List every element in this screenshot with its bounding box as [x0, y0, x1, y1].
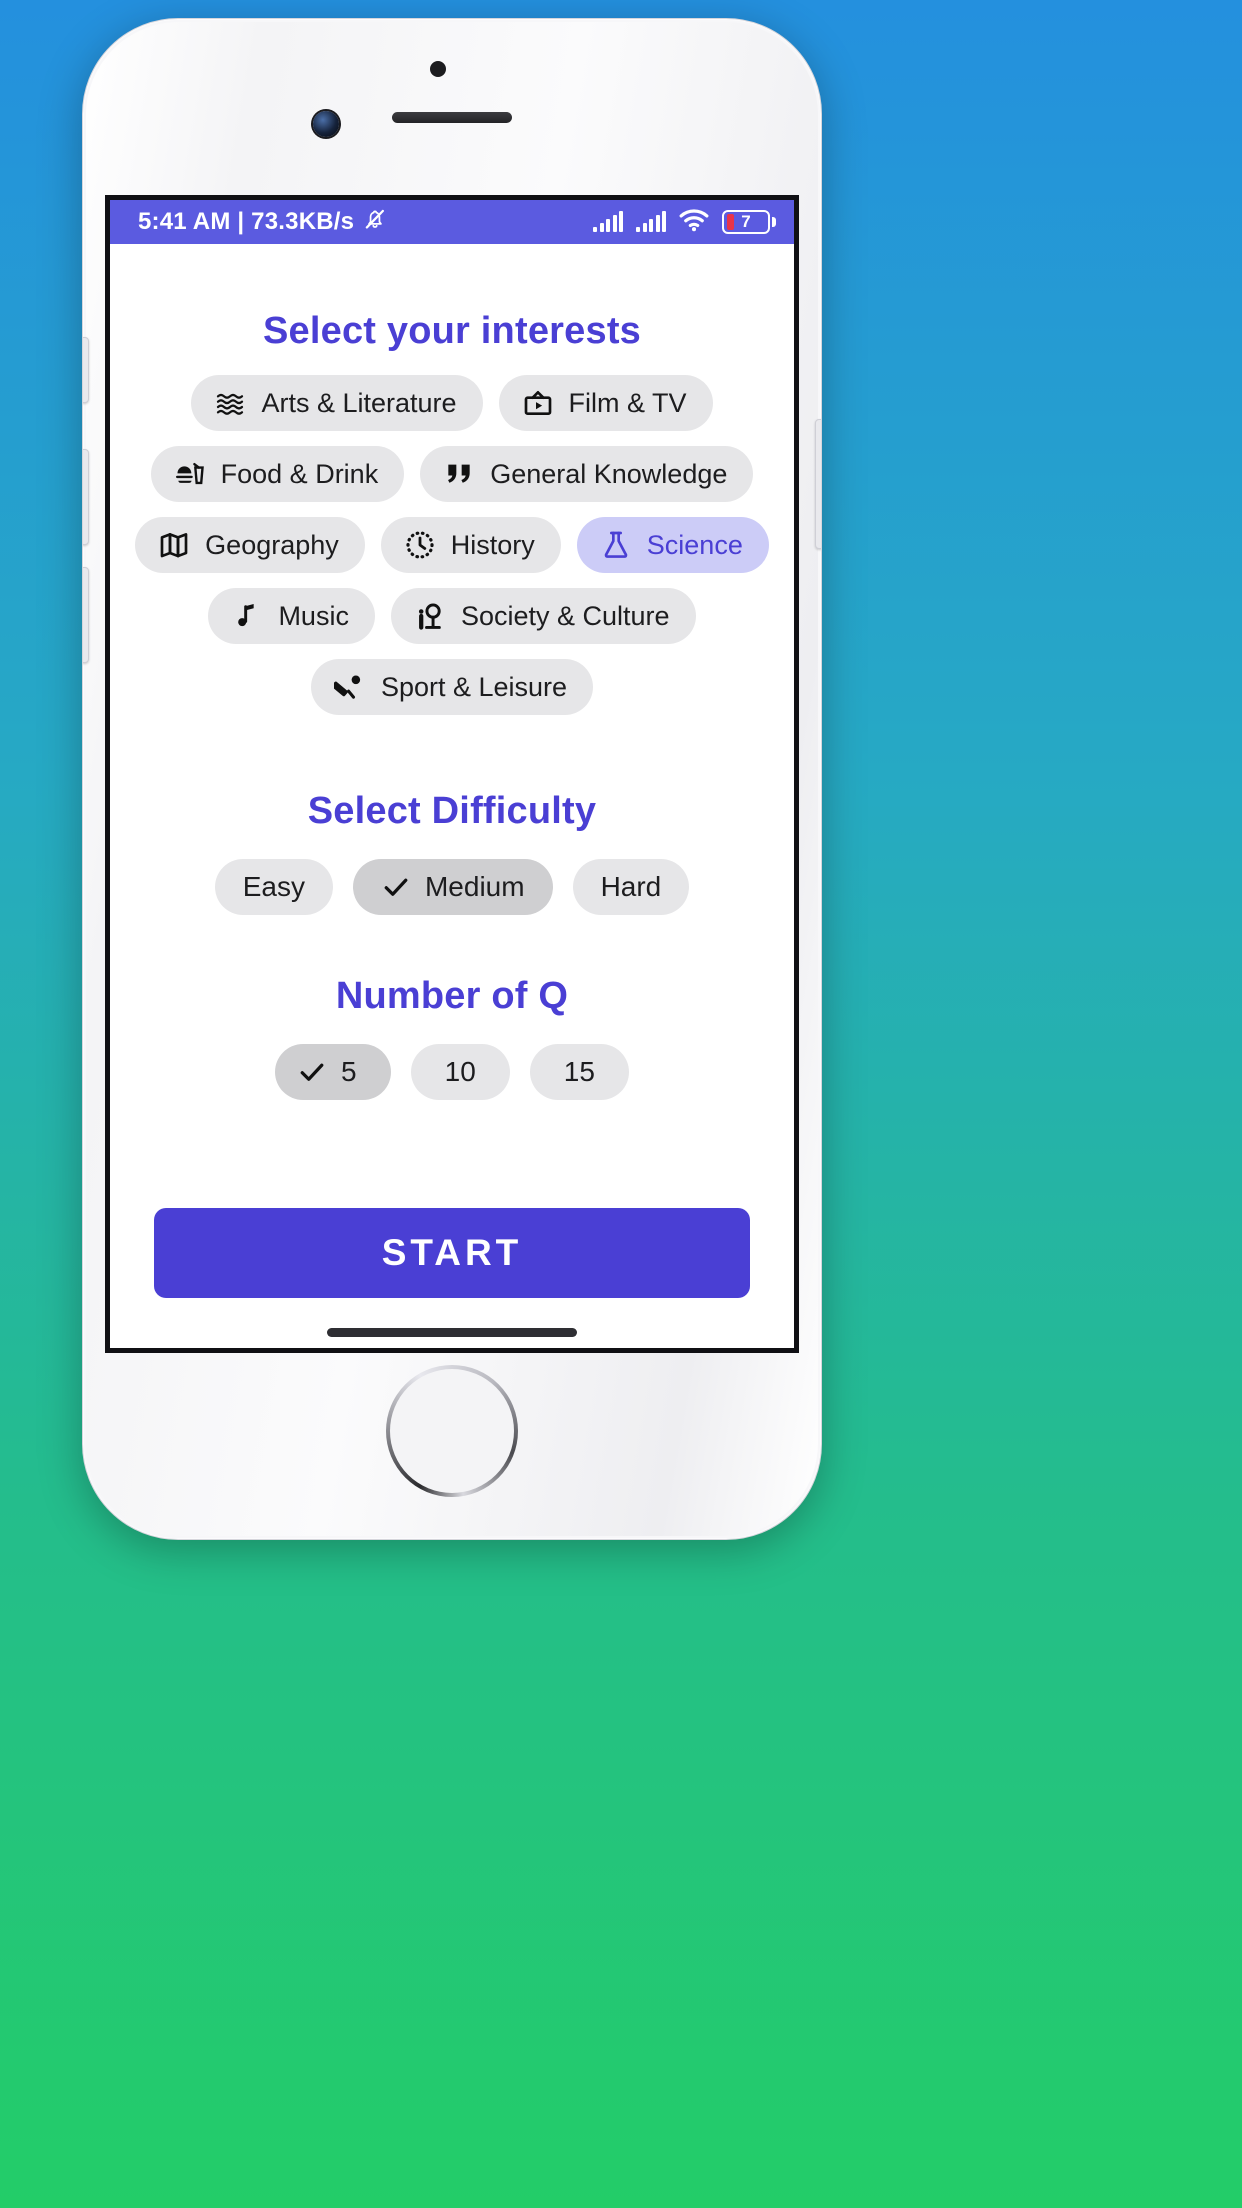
difficulty-option-easy[interactable]: Easy [214, 859, 333, 915]
volume-up-button[interactable] [83, 449, 89, 545]
signal-bars-icon [636, 211, 666, 232]
cricket-bat-ball-icon [333, 670, 367, 704]
interest-chip-label: Geography [205, 529, 339, 560]
volume-down-button[interactable] [83, 567, 89, 663]
signal-bars-icon [593, 211, 623, 232]
earpiece-speaker-icon [392, 112, 512, 123]
battery-icon: 7 [722, 210, 776, 234]
phone-screen: 5:41 AM | 73.3KB/s 7 Select your interes… [105, 195, 799, 1353]
wifi-icon [679, 208, 709, 237]
interest-chip-science[interactable]: Science [576, 517, 769, 573]
status-bar-left: 5:41 AM | 73.3KB/s [138, 206, 388, 239]
difficulty-option-label: Hard [600, 871, 662, 902]
interest-chip-label: Music [278, 600, 349, 631]
interest-chip-label: Sport & Leisure [380, 671, 568, 702]
interest-chip-society-culture[interactable]: Society & Culture [390, 588, 696, 644]
interest-chip-general-knowledge[interactable]: General Knowledge [420, 446, 754, 502]
flask-icon [599, 528, 633, 562]
quotes-icon [442, 457, 476, 491]
interest-chip-arts-literature[interactable]: Arts & Literature [191, 375, 483, 431]
battery-level-label: 7 [741, 212, 751, 231]
interest-chip-label: Food & Drink [220, 458, 379, 489]
burger-drink-icon [173, 457, 207, 491]
question-count-option-10[interactable]: 10 [410, 1044, 510, 1100]
interest-chip-geography[interactable]: Geography [135, 517, 365, 573]
difficulty-option-label: Medium [424, 871, 525, 902]
interest-chip-label: Science [646, 529, 743, 560]
interest-chip-food-drink[interactable]: Food & Drink [150, 446, 405, 502]
app-content: Select your interests Arts & Literature … [110, 244, 794, 1348]
interests-row: Arts & Literature Film & TV [154, 375, 750, 431]
question-count-label: 5 [341, 1056, 357, 1087]
tv-icon [521, 386, 555, 420]
waves-icon [213, 386, 247, 420]
interests-chip-list: Arts & Literature Film & TV Food & Drink… [110, 375, 794, 730]
interest-chip-label: General Knowledge [490, 458, 728, 489]
clock-dotted-icon [403, 528, 437, 562]
interests-row: Sport & Leisure [154, 659, 750, 715]
interest-chip-label: Arts & Literature [261, 387, 457, 418]
interest-chip-music[interactable]: Music [208, 588, 375, 644]
status-bar-time-network: 5:41 AM | 73.3KB/s [138, 208, 355, 235]
status-bar-right: 7 [593, 208, 776, 237]
number-of-questions-section-title: Number of Q [335, 975, 569, 1017]
system-navigation-indicator[interactable] [110, 1328, 794, 1348]
difficulty-section-title: Select Difficulty [307, 790, 597, 832]
difficulty-options: Easy Medium Hard [110, 859, 794, 915]
difficulty-option-label: Easy [242, 871, 305, 902]
person-podium-icon [413, 599, 447, 633]
interest-chip-label: Film & TV [568, 387, 687, 418]
difficulty-option-medium[interactable]: Medium [352, 859, 553, 915]
interest-chip-film-tv[interactable]: Film & TV [498, 375, 713, 431]
interest-chip-label: Society & Culture [460, 600, 670, 631]
status-bar: 5:41 AM | 73.3KB/s 7 [110, 200, 794, 244]
check-icon [381, 872, 411, 902]
interests-row: Food & Drink General Knowledge [150, 446, 754, 502]
question-count-label: 15 [563, 1056, 595, 1087]
music-note-icon [230, 599, 264, 633]
home-button[interactable] [386, 1365, 518, 1497]
question-count-option-15[interactable]: 15 [529, 1044, 629, 1100]
difficulty-option-hard[interactable]: Hard [572, 859, 690, 915]
interest-chip-sport-leisure[interactable]: Sport & Leisure [310, 659, 594, 715]
home-indicator-bar[interactable] [327, 1328, 577, 1337]
check-icon [297, 1057, 327, 1087]
interests-row: Geography History Science [135, 517, 769, 573]
proximity-sensor-icon [430, 61, 446, 77]
question-count-option-5[interactable]: 5 [275, 1044, 391, 1100]
start-button-container: START [110, 1208, 794, 1328]
power-button[interactable] [815, 419, 821, 549]
start-button[interactable]: START [154, 1208, 750, 1298]
map-icon [157, 528, 191, 562]
question-count-label: 10 [444, 1056, 476, 1087]
number-of-questions-options: 5 10 15 [110, 1044, 794, 1100]
front-camera-icon [313, 111, 339, 137]
interests-section-title: Select your interests [262, 310, 642, 352]
interests-row: Music Society & Culture [154, 588, 750, 644]
bell-muted-icon [362, 206, 388, 239]
interest-chip-label: History [450, 529, 535, 560]
interest-chip-history[interactable]: History [380, 517, 561, 573]
phone-device-frame: 5:41 AM | 73.3KB/s 7 Select your interes… [82, 18, 822, 1540]
silent-switch-button[interactable] [83, 337, 89, 403]
